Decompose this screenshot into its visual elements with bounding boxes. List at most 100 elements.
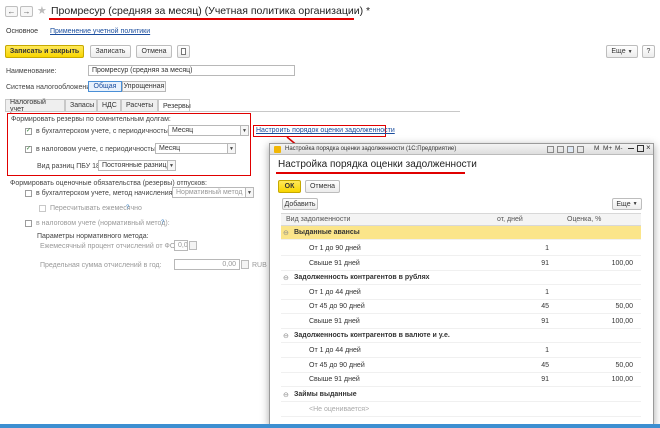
pbu-select[interactable]: Постоянные разницы bbox=[98, 160, 168, 171]
help-question-icon[interactable]: ? bbox=[161, 220, 164, 226]
table-row[interactable]: Свыше 91 дней 91 100,00 bbox=[281, 315, 641, 329]
row-percent: 100,00 bbox=[611, 260, 633, 267]
table-row[interactable]: От 1 до 44 дней 1 bbox=[281, 344, 641, 358]
table-row[interactable]: ⊖ Выданные авансы bbox=[281, 226, 641, 240]
dialog-heading: Настройка порядка оценки задолженности bbox=[278, 159, 477, 170]
window-tool-icon[interactable] bbox=[547, 146, 554, 153]
dialog-window-title: Настройка порядка оценки задолженности (… bbox=[285, 146, 457, 152]
tax-checkbox[interactable]: ✓ bbox=[25, 146, 32, 153]
name-field[interactable]: Промресур (средняя за месяц) bbox=[88, 65, 295, 76]
memory-minus-button[interactable]: M- bbox=[615, 145, 623, 152]
back-arrow-icon: ← bbox=[7, 7, 16, 16]
chevron-down-icon: ▼ bbox=[632, 201, 638, 207]
row-label: От 1 до 44 дней bbox=[309, 289, 361, 296]
monthly-percent-field[interactable]: 0,00 bbox=[174, 240, 188, 251]
recalc-checkbox[interactable] bbox=[39, 205, 46, 212]
row-label: От 45 до 90 дней bbox=[309, 362, 365, 369]
report-button[interactable] bbox=[177, 45, 190, 58]
accounting-label: в бухгалтерском учете, с периодичностью: bbox=[36, 128, 175, 135]
row-days: 91 bbox=[541, 318, 549, 325]
calculator-icon[interactable] bbox=[189, 241, 197, 250]
table-row[interactable]: От 45 до 90 дней 45 50,00 bbox=[281, 300, 641, 314]
table-row[interactable]: ⊖ Задолженность контрагентов в валюте и у… bbox=[281, 329, 641, 343]
chevron-down-icon[interactable]: ▼ bbox=[168, 160, 176, 171]
row-label: Свыше 91 дней bbox=[309, 260, 360, 267]
dialog-cancel-button[interactable]: Отмена bbox=[305, 180, 340, 193]
ok-button[interactable]: ОК bbox=[278, 180, 301, 193]
bottom-accent-bar bbox=[0, 424, 660, 428]
dialog-more-button[interactable]: Еще ▼ bbox=[612, 198, 642, 210]
row-percent: 50,00 bbox=[615, 303, 633, 310]
tab-tax-accounting[interactable]: Налоговый учет bbox=[5, 99, 65, 113]
chevron-down-icon[interactable]: ▼ bbox=[228, 143, 236, 154]
table-row[interactable]: От 45 до 90 дней 45 50,00 bbox=[281, 359, 641, 373]
favorite-star-icon[interactable]: ★ bbox=[37, 4, 47, 17]
table-row[interactable]: Свыше 91 дней 91 100,00 bbox=[281, 373, 641, 387]
annual-limit-field[interactable]: 0,00 bbox=[174, 259, 240, 270]
save-close-button[interactable]: Записать и закрыть bbox=[5, 45, 84, 58]
row-label: Займы выданные bbox=[294, 391, 357, 398]
add-button[interactable]: Добавить bbox=[282, 198, 318, 210]
help-button[interactable]: ? bbox=[642, 45, 655, 58]
tax-period-select[interactable]: Месяц bbox=[155, 143, 228, 154]
row-label: Выданные авансы bbox=[294, 229, 360, 236]
chevron-down-icon: ▼ bbox=[627, 48, 633, 55]
vacation-tax-label: в налоговом учете (нормативный метод): bbox=[36, 220, 170, 227]
save-button[interactable]: Записать bbox=[90, 45, 131, 58]
tab-inventory[interactable]: Запасы bbox=[65, 99, 97, 111]
forward-button[interactable]: → bbox=[20, 6, 33, 17]
cancel-button[interactable]: Отмена bbox=[136, 45, 172, 58]
tax-system-label: Система налогообложения: bbox=[6, 84, 96, 91]
back-button[interactable]: ← bbox=[5, 6, 18, 17]
currency-label: RUB bbox=[252, 262, 267, 269]
row-label: Задолженность контрагентов в валюте и у.… bbox=[294, 332, 450, 339]
tab-main[interactable]: Основное bbox=[6, 28, 38, 35]
more-button[interactable]: Еще ▼ bbox=[606, 45, 638, 58]
chevron-down-icon[interactable]: ▼ bbox=[246, 187, 254, 198]
vacation-method-select[interactable]: Нормативный метод bbox=[172, 187, 246, 198]
table-row[interactable]: Свыше 91 дней 91 100,00 bbox=[281, 257, 641, 271]
window-tool-icon[interactable] bbox=[557, 146, 564, 153]
table-row[interactable]: ⊖ Займы выданные bbox=[281, 388, 641, 402]
collapse-icon[interactable]: ⊖ bbox=[283, 391, 289, 399]
tab-vat[interactable]: НДС bbox=[97, 99, 121, 111]
memory-button[interactable]: M bbox=[594, 145, 599, 152]
memory-plus-button[interactable]: M+ bbox=[603, 145, 612, 152]
table-row[interactable]: От 1 до 44 дней 1 bbox=[281, 286, 641, 300]
maximize-icon[interactable] bbox=[637, 145, 644, 152]
name-label: Наименование: bbox=[6, 68, 57, 75]
table-row[interactable]: <Не оценивается> bbox=[281, 403, 641, 417]
tab-settlements[interactable]: Расчеты bbox=[121, 99, 158, 111]
tax-simplified-option[interactable]: Упрощенная bbox=[122, 81, 166, 92]
chevron-down-icon[interactable]: ▼ bbox=[241, 125, 249, 136]
row-days: 91 bbox=[541, 376, 549, 383]
calculator-icon[interactable] bbox=[241, 260, 249, 269]
params-title: Параметры нормативного метода: bbox=[37, 233, 149, 240]
tax-general-option[interactable]: Общая bbox=[88, 81, 122, 92]
close-icon[interactable]: × bbox=[646, 143, 651, 152]
row-percent: 100,00 bbox=[611, 318, 633, 325]
minimize-icon[interactable] bbox=[628, 148, 634, 149]
accounting-period-select[interactable]: Месяц bbox=[168, 125, 241, 136]
accounting-checkbox[interactable]: ✓ bbox=[25, 128, 32, 135]
table-row[interactable]: ⊖ Задолженность контрагентов в рублях bbox=[281, 271, 641, 285]
apply-policy-link[interactable]: Применение учетной политики bbox=[50, 28, 150, 35]
vacation-section-title: Формировать оценочные обязательства (рез… bbox=[10, 180, 207, 187]
window-tool-icon[interactable] bbox=[567, 146, 574, 153]
vacation-accounting-checkbox[interactable] bbox=[25, 190, 32, 197]
collapse-icon[interactable]: ⊖ bbox=[283, 274, 289, 282]
table-row[interactable]: От 1 до 90 дней 1 bbox=[281, 242, 641, 256]
collapse-icon[interactable]: ⊖ bbox=[283, 332, 289, 340]
column-header-percent: Оценка, % bbox=[567, 216, 602, 223]
row-label: От 1 до 90 дней bbox=[309, 245, 361, 252]
setup-assessment-link[interactable]: Настроить порядок оценки задолженности bbox=[256, 127, 395, 134]
dialog-heading-underline bbox=[276, 172, 465, 174]
row-label: От 45 до 90 дней bbox=[309, 303, 365, 310]
tab-divider bbox=[5, 111, 460, 112]
vacation-tax-checkbox[interactable] bbox=[25, 220, 32, 227]
collapse-icon[interactable]: ⊖ bbox=[283, 229, 289, 237]
vacation-accounting-label: в бухгалтерском учете, метод начисления: bbox=[36, 190, 175, 197]
help-question-icon[interactable]: ? bbox=[126, 205, 129, 211]
window-tool-icon[interactable] bbox=[577, 146, 584, 153]
row-label: <Не оценивается> bbox=[309, 406, 370, 413]
